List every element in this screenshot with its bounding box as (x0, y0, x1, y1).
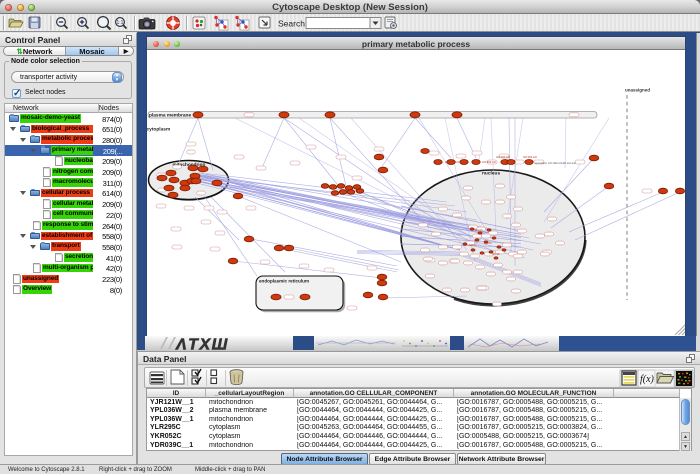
svg-text:Search:: Search: (278, 19, 307, 29)
svg-text:GO:004 GO: GO:004 GO (482, 160, 496, 164)
svg-text:1:1: 1:1 (117, 20, 124, 26)
svg-text:GO:00: GO:00 (475, 229, 483, 232)
svg-text:GO:00: GO:00 (492, 253, 500, 256)
svg-text:plasma membrane: plasma membrane (149, 113, 191, 119)
svg-text:GO:004 GO: GO:004 GO (523, 155, 537, 159)
svg-text:unassigned: unassigned (625, 88, 650, 93)
svg-text:annotation GO CELLULAR text an: annotation GO CELLULAR text ann (535, 161, 577, 165)
svg-text:cytoplasm: cytoplasm (147, 127, 170, 133)
svg-text:ΛTXШ: ΛTXШ (175, 337, 229, 352)
svg-text:GO:004 GO: GO:004 GO (496, 155, 510, 159)
svg-text:f(x): f(x) (640, 374, 655, 385)
svg-text:GO:00: GO:00 (484, 242, 492, 245)
svg-text:GO:00: GO:00 (469, 244, 477, 247)
svg-text:nucleus: nucleus (482, 171, 500, 177)
svg-text:endoplasmic reticulum: endoplasmic reticulum (259, 279, 309, 284)
